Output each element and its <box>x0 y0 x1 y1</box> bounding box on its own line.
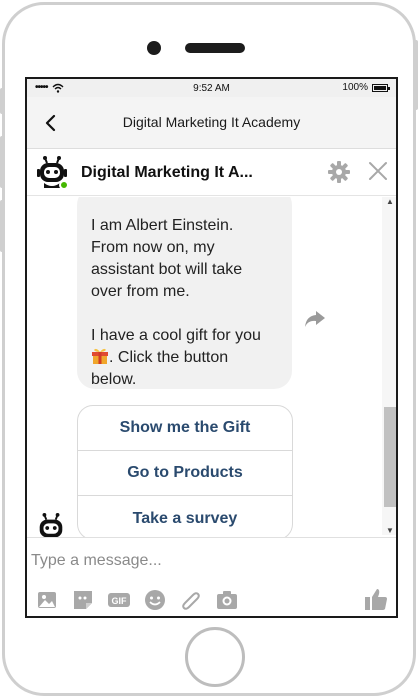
gif-icon[interactable]: GIF <box>107 588 131 612</box>
emoji-icon[interactable] <box>143 588 167 612</box>
paragraph-break <box>91 303 278 325</box>
home-button[interactable] <box>185 627 245 687</box>
message-line: assistant bot will take <box>91 261 243 278</box>
gift-icon <box>92 348 108 364</box>
scrollbar[interactable]: ▲ ▼ <box>382 197 396 535</box>
message-line: I have a cool gift for you <box>91 327 261 344</box>
message-line: over from me. <box>91 283 190 300</box>
message-line: From now on, my <box>91 239 215 256</box>
message-line-text: . Click the button <box>109 349 229 366</box>
chat-header: Digital Marketing It A... <box>27 150 396 196</box>
nav-title: Digital Marketing It Academy <box>122 114 301 130</box>
battery-icon <box>372 83 390 92</box>
quick-reply-go-to-products[interactable]: Go to Products <box>78 451 292 496</box>
quick-reply-show-gift[interactable]: Show me the Gift <box>78 406 292 451</box>
like-icon[interactable] <box>363 586 389 612</box>
front-camera <box>147 41 161 55</box>
scrollbar-thumb[interactable] <box>384 407 396 507</box>
message-line: below. <box>91 371 137 388</box>
online-status-dot <box>59 180 69 190</box>
message-line-with-gift: . Click the button <box>91 347 278 369</box>
message-input[interactable] <box>31 546 371 576</box>
composer: GIF <box>27 537 396 616</box>
side-button-left-1 <box>0 88 4 114</box>
photo-icon[interactable] <box>35 588 59 612</box>
gear-icon[interactable] <box>327 160 351 184</box>
earpiece-speaker <box>185 43 245 53</box>
bot-message-bubble: I am Albert Einstein. From now on, my as… <box>77 197 292 389</box>
message-line: I am Albert Einstein. <box>91 217 234 234</box>
phone-screen: ••••• 9:52 AM 100% Digital Marketing It … <box>25 77 398 618</box>
attachment-icon[interactable] <box>179 588 203 612</box>
scroll-up-icon[interactable]: ▲ <box>386 197 394 206</box>
battery-percent: 100% <box>342 82 368 93</box>
message-list: I am Albert Einstein. From now on, my as… <box>27 197 382 537</box>
composer-tools: GIF <box>35 588 239 612</box>
scroll-down-icon[interactable]: ▼ <box>386 526 394 535</box>
status-time: 9:52 AM <box>193 83 230 94</box>
close-icon[interactable] <box>367 160 389 182</box>
sticker-icon[interactable] <box>71 588 95 612</box>
side-button-right <box>414 40 418 110</box>
quick-reply-take-survey[interactable]: Take a survey <box>78 496 292 537</box>
chat-title: Digital Marketing It A... <box>81 164 253 181</box>
side-button-left-3 <box>0 200 4 252</box>
nav-bar: Digital Marketing It Academy <box>27 97 396 149</box>
quick-replies: Show me the Gift Go to Products Take a s… <box>77 405 293 537</box>
share-icon[interactable] <box>303 309 327 329</box>
status-bar: ••••• 9:52 AM 100% <box>27 79 396 97</box>
svg-text:GIF: GIF <box>112 596 128 606</box>
camera-icon[interactable] <box>215 588 239 612</box>
side-button-left-2 <box>0 136 4 188</box>
